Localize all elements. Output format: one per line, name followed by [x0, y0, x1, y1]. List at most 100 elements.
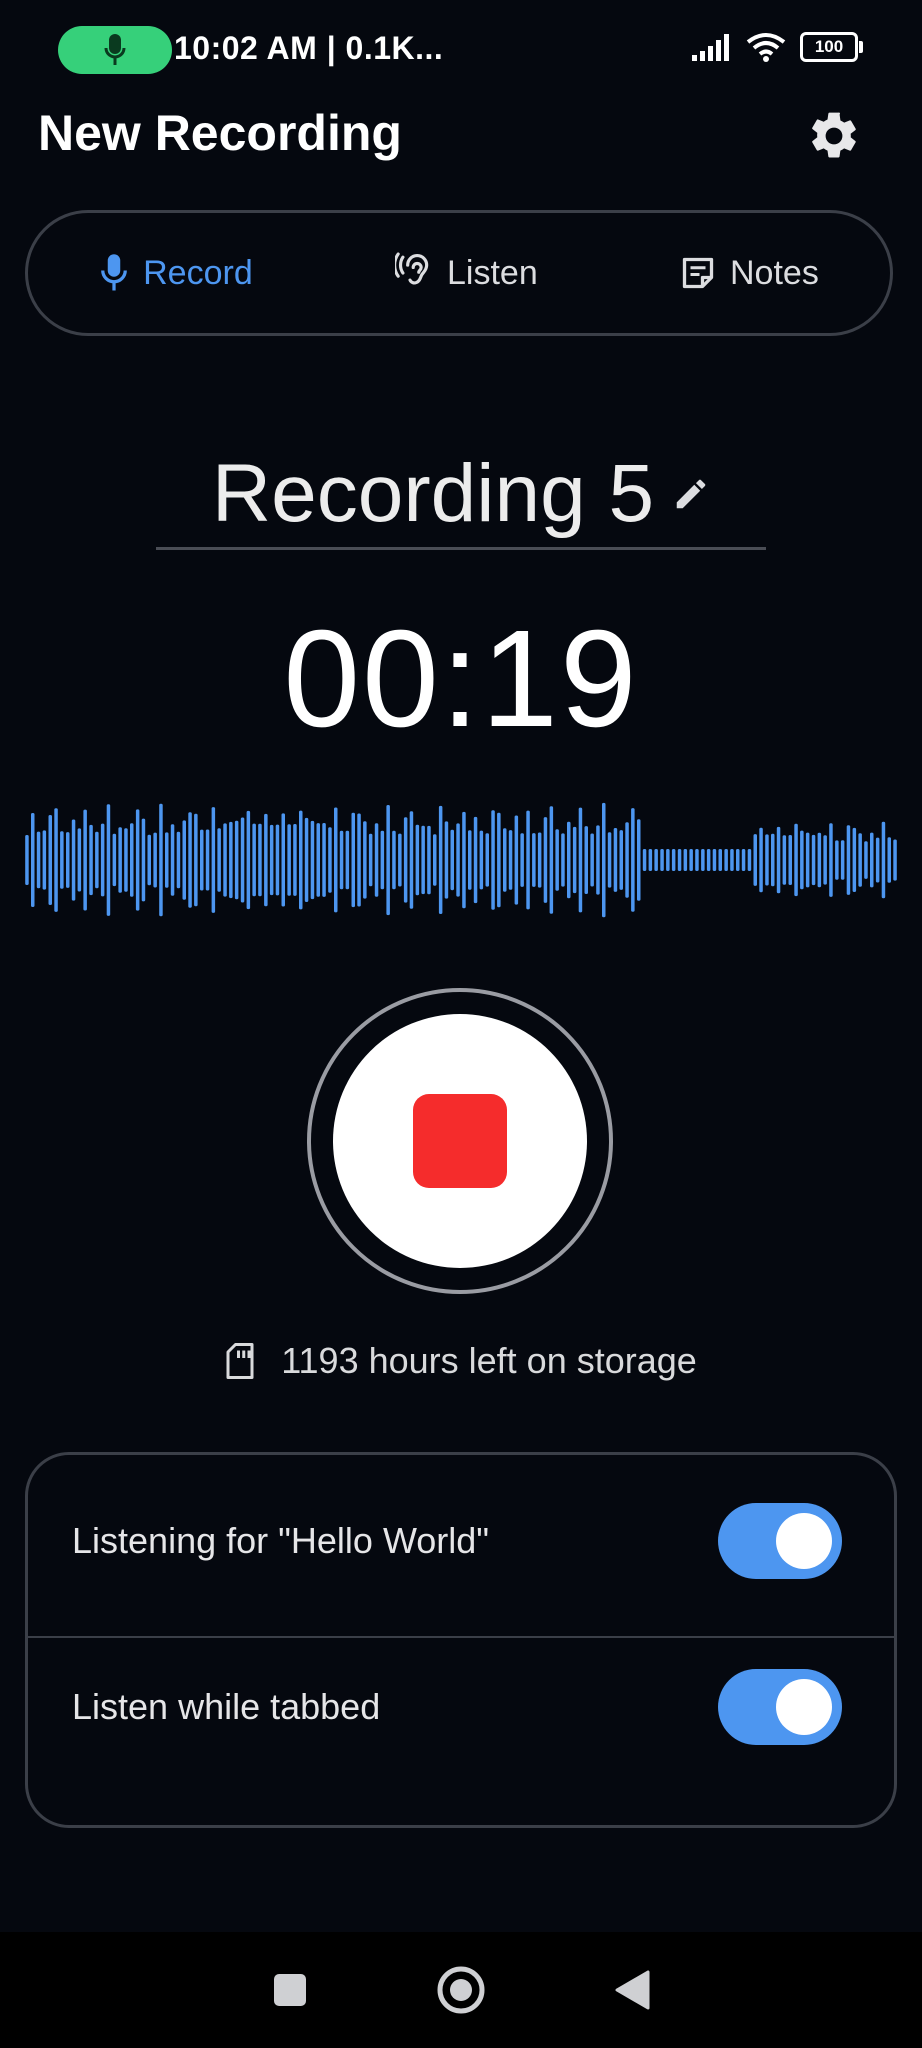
waveform-bar: [444, 821, 449, 899]
ear-icon: [395, 252, 429, 285]
tab-notes-label: Notes: [730, 253, 819, 292]
waveform-bar: [561, 833, 565, 887]
waveform-bar: [357, 813, 361, 907]
waveform-bar: [805, 832, 810, 888]
waveform-bar: [54, 808, 58, 912]
waveform-bar: [287, 824, 291, 896]
tab-record[interactable]: Record: [99, 253, 253, 293]
waveform-bar: [736, 849, 740, 871]
waveform-bar: [217, 828, 221, 892]
waveform-bar: [403, 817, 408, 903]
waveform-bar: [817, 832, 822, 888]
waveform-bar: [363, 821, 367, 899]
waveform-bar: [188, 812, 192, 908]
waveform-bar: [124, 828, 128, 892]
record-button[interactable]: [307, 988, 613, 1294]
waveform-bar: [182, 820, 186, 900]
waveform-bar: [666, 849, 670, 871]
setting-row-hello-world: Listening for "Hello World": [28, 1461, 894, 1621]
waveform-bar: [71, 819, 76, 901]
waveform-bar: [176, 831, 181, 889]
waveform-bar: [485, 833, 489, 887]
waveform-bar: [724, 849, 728, 871]
waveform-bar: [118, 827, 122, 893]
waveform-bar: [456, 823, 460, 897]
waveform-bar: [695, 849, 699, 871]
waveform-bar: [776, 826, 781, 894]
waveform-bar: [858, 833, 862, 887]
waveform-bar: [572, 826, 577, 894]
waveform-bar: [392, 830, 396, 890]
status-icons: 100: [692, 32, 863, 62]
hello-world-toggle[interactable]: [718, 1503, 842, 1579]
waveform-bar: [77, 828, 82, 892]
waveform-bar: [368, 833, 373, 887]
waveform-bar: [380, 830, 385, 890]
waveform-bar: [689, 849, 693, 871]
recording-name-field[interactable]: Recording 5: [156, 440, 766, 550]
waveform-bar: [846, 825, 851, 895]
waveform-bar: [840, 840, 845, 880]
waveform-bar: [415, 824, 420, 896]
waveform-bar: [631, 808, 635, 912]
waveform-bar: [549, 806, 554, 914]
wifi-icon: [746, 33, 786, 62]
waveform-bar: [625, 822, 629, 898]
waveform-bar: [269, 824, 274, 896]
system-nav-bar: [0, 1932, 922, 2048]
tab-notes[interactable]: Notes: [680, 254, 819, 293]
waveform-bar: [205, 829, 210, 891]
waveform-bar: [386, 805, 390, 916]
setting-label-hello-world: Listening for "Hello World": [72, 1520, 490, 1561]
waveform-bar: [328, 827, 332, 893]
waveform-bar: [427, 825, 431, 895]
waveform-bar: [526, 810, 530, 910]
waveform-bar: [479, 830, 484, 890]
waveform-bar: [468, 830, 472, 890]
waveform-bar: [112, 833, 117, 887]
pencil-icon[interactable]: [672, 475, 710, 513]
gear-icon[interactable]: [806, 108, 862, 164]
waveform-bar: [322, 823, 326, 897]
waveform-bar: [25, 835, 29, 885]
mic-icon: [104, 34, 126, 65]
waveform-bar: [421, 825, 425, 895]
waveform-bar: [765, 834, 769, 886]
setting-row-listen-tabbed: Listen while tabbed: [28, 1627, 894, 1787]
status-mic-pill[interactable]: [58, 26, 172, 74]
waveform-bar: [788, 835, 792, 885]
waveform-bar: [864, 841, 868, 879]
waveform-bar: [130, 823, 134, 897]
storage-info: 1193 hours left on storage: [0, 1340, 922, 1382]
waveform-bar: [66, 832, 70, 888]
waveform-bar: [229, 821, 233, 899]
waveform-bar: [829, 823, 833, 897]
waveform-bar: [881, 821, 886, 899]
waveform-bar: [293, 824, 297, 896]
waveform-bar: [316, 823, 320, 897]
waveform-bar: [648, 849, 653, 871]
storage-text: 1193 hours left on storage: [281, 1340, 697, 1381]
listen-tabbed-toggle[interactable]: [718, 1669, 842, 1745]
waveform-bar: [304, 817, 309, 902]
tab-listen[interactable]: Listen: [395, 252, 538, 294]
home-circle-icon[interactable]: [436, 1965, 486, 2015]
waveform-bar: [433, 834, 437, 886]
waveform-bar: [339, 830, 344, 890]
waveform-bar: [462, 811, 466, 909]
waveform-bar: [782, 835, 787, 885]
recents-square-icon[interactable]: [272, 1972, 308, 2008]
waveform-bar: [602, 802, 606, 918]
waveform-bar: [223, 823, 227, 897]
setting-label-listen-tabbed: Listen while tabbed: [72, 1686, 381, 1727]
waveform-bar: [718, 849, 722, 871]
waveform-bar: [83, 809, 87, 911]
waveform-bar: [95, 831, 99, 889]
back-triangle-icon[interactable]: [614, 1970, 650, 2010]
waveform-bar: [89, 824, 93, 896]
waveform-bar: [706, 849, 711, 871]
waveform-bar: [170, 824, 175, 896]
page-title: New Recording: [38, 105, 402, 161]
waveform-bar: [200, 829, 204, 891]
waveform-bar: [345, 830, 350, 890]
